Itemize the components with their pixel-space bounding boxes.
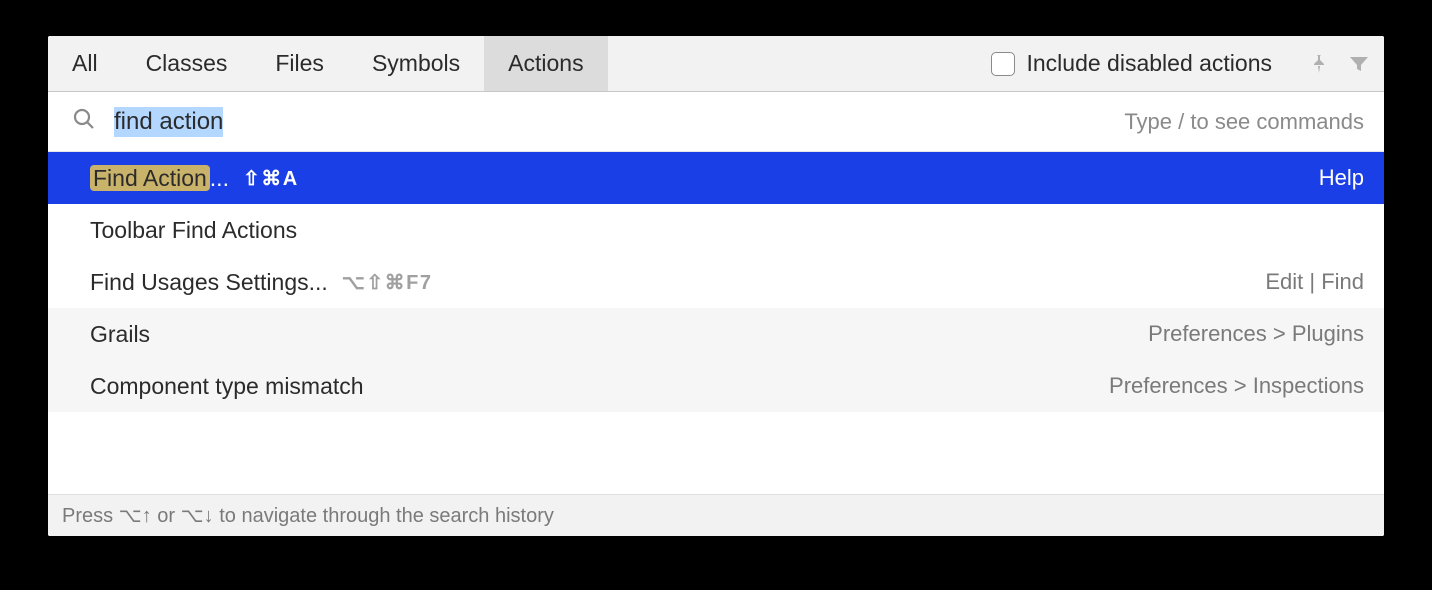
- result-location: Edit | Find: [1265, 269, 1364, 295]
- result-label: Toolbar Find Actions: [90, 217, 297, 244]
- pin-icon[interactable]: [1304, 49, 1334, 79]
- result-location: Preferences > Plugins: [1148, 321, 1364, 347]
- tab-classes[interactable]: Classes: [122, 36, 252, 91]
- results-list: Find Action... ⇧⌘A Help Toolbar Find Act…: [48, 152, 1384, 494]
- checkbox-icon: [991, 52, 1015, 76]
- result-location: Help: [1319, 165, 1364, 191]
- result-item[interactable]: Find Usages Settings... ⌥⇧⌘F7 Edit | Fin…: [48, 256, 1384, 308]
- result-location: Preferences > Inspections: [1109, 373, 1364, 399]
- result-label: Grails: [90, 321, 150, 348]
- match-highlight: Find Action: [90, 165, 210, 191]
- tab-actions[interactable]: Actions: [484, 36, 607, 91]
- result-item[interactable]: Toolbar Find Actions: [48, 204, 1384, 256]
- result-label: Component type mismatch: [90, 373, 364, 400]
- keyboard-shortcut: ⇧⌘A: [243, 166, 299, 191]
- result-label-suffix: ...: [210, 165, 229, 191]
- search-input[interactable]: find action: [114, 107, 1106, 137]
- include-disabled-label: Include disabled actions: [1027, 50, 1273, 77]
- result-label: Find Usages Settings...: [90, 269, 328, 296]
- tab-all[interactable]: All: [48, 36, 122, 91]
- tab-bar: All Classes Files Symbols Actions Includ…: [48, 36, 1384, 92]
- search-hint: Type / to see commands: [1124, 109, 1364, 135]
- result-item[interactable]: Find Action... ⇧⌘A Help: [48, 152, 1384, 204]
- tab-symbols[interactable]: Symbols: [348, 36, 484, 91]
- search-everywhere-popup: All Classes Files Symbols Actions Includ…: [48, 36, 1384, 536]
- footer-hint: Press ⌥↑ or ⌥↓ to navigate through the s…: [48, 494, 1384, 536]
- include-disabled-toggle[interactable]: Include disabled actions: [991, 50, 1273, 77]
- keyboard-shortcut: ⌥⇧⌘F7: [342, 270, 433, 295]
- tab-files[interactable]: Files: [251, 36, 348, 91]
- search-bar: find action Type / to see commands: [48, 92, 1384, 152]
- filter-icon[interactable]: [1344, 49, 1374, 79]
- search-query-text: find action: [114, 107, 223, 137]
- result-item[interactable]: Component type mismatch Preferences > In…: [48, 360, 1384, 412]
- search-icon: [72, 107, 96, 136]
- result-item[interactable]: Grails Preferences > Plugins: [48, 308, 1384, 360]
